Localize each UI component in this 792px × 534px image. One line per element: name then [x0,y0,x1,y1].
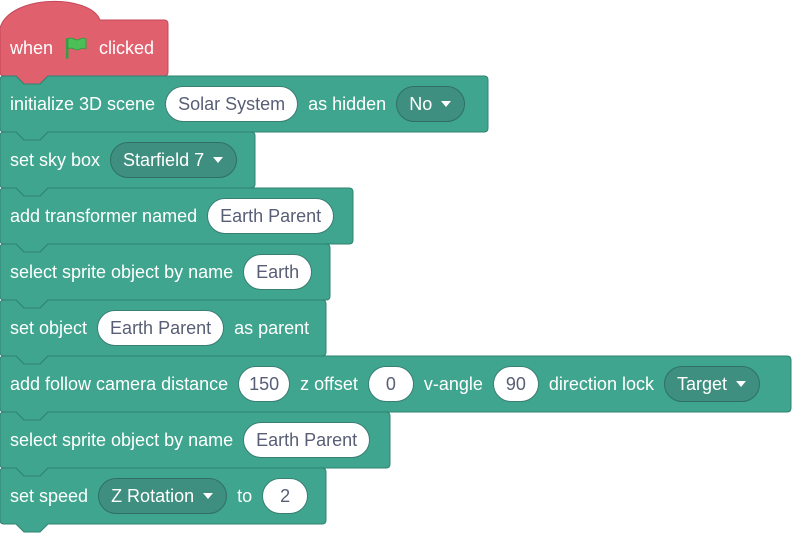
scene-name-input[interactable]: Solar System [165,86,299,122]
sprite-name-input[interactable]: Earth Parent [243,422,371,458]
follow-camera-row: add follow camera distance 150 z offset … [10,356,770,412]
z-offset-input[interactable]: 0 [367,366,414,402]
speed-value-input[interactable]: 2 [262,478,309,514]
follow-camera-label: add follow camera distance [10,373,229,394]
clicked-label: clicked [99,37,155,58]
select-earth-row: select sprite object by name Earth [10,244,322,300]
v-angle-label: v-angle [423,373,483,394]
set-speed-label: set speed [10,485,89,506]
sky-box-label: set sky box [10,149,101,170]
init-scene-row: initialize 3D scene Solar System as hidd… [10,76,475,132]
transformer-row: add transformer named Earth Parent [10,188,344,244]
direction-lock-dropdown[interactable]: Target [663,366,760,402]
to-label: to [237,485,253,506]
set-parent-row: set object Earth Parent as parent [10,300,309,356]
v-angle-input[interactable]: 90 [492,366,539,402]
as-parent-label: as parent [234,317,310,338]
caret-down-icon [203,493,214,499]
sprite-name-input[interactable]: Earth [243,254,313,290]
direction-lock-value: Target [676,373,727,394]
when-label: when [10,37,54,58]
caret-down-icon [213,157,224,163]
caret-down-icon [441,101,452,107]
hat-row: when clicked [10,20,154,76]
init-scene-label: initialize 3D scene [10,93,156,114]
transformer-name-input[interactable]: Earth Parent [207,198,335,234]
transformer-label: add transformer named [10,205,198,226]
sky-box-dropdown-value: Starfield 7 [123,149,205,170]
hidden-dropdown[interactable]: No [396,86,466,122]
caret-down-icon [736,381,746,387]
sky-box-row: set sky box Starfield 7 [10,132,247,188]
speed-axis-dropdown[interactable]: Z Rotation [98,478,228,514]
select-sprite-label: select sprite object by name [10,429,234,450]
code-canvas: when clicked initialize 3D scene Solar S… [0,0,792,534]
parent-name-input[interactable]: Earth Parent [97,310,225,346]
hidden-dropdown-value: No [409,93,433,114]
as-hidden-label: as hidden [308,93,387,114]
select-sprite-label: select sprite object by name [10,261,234,282]
sky-box-dropdown[interactable]: Starfield 7 [110,142,238,178]
set-object-label: set object [10,317,88,338]
select-parent-row: select sprite object by name Earth Paren… [10,412,380,468]
green-flag-icon [63,35,89,61]
speed-axis-value: Z Rotation [111,485,195,506]
z-offset-label: z offset [300,373,358,394]
distance-input[interactable]: 150 [238,366,291,402]
set-speed-row: set speed Z Rotation to 2 [10,468,318,524]
direction-lock-label: direction lock [548,373,654,394]
